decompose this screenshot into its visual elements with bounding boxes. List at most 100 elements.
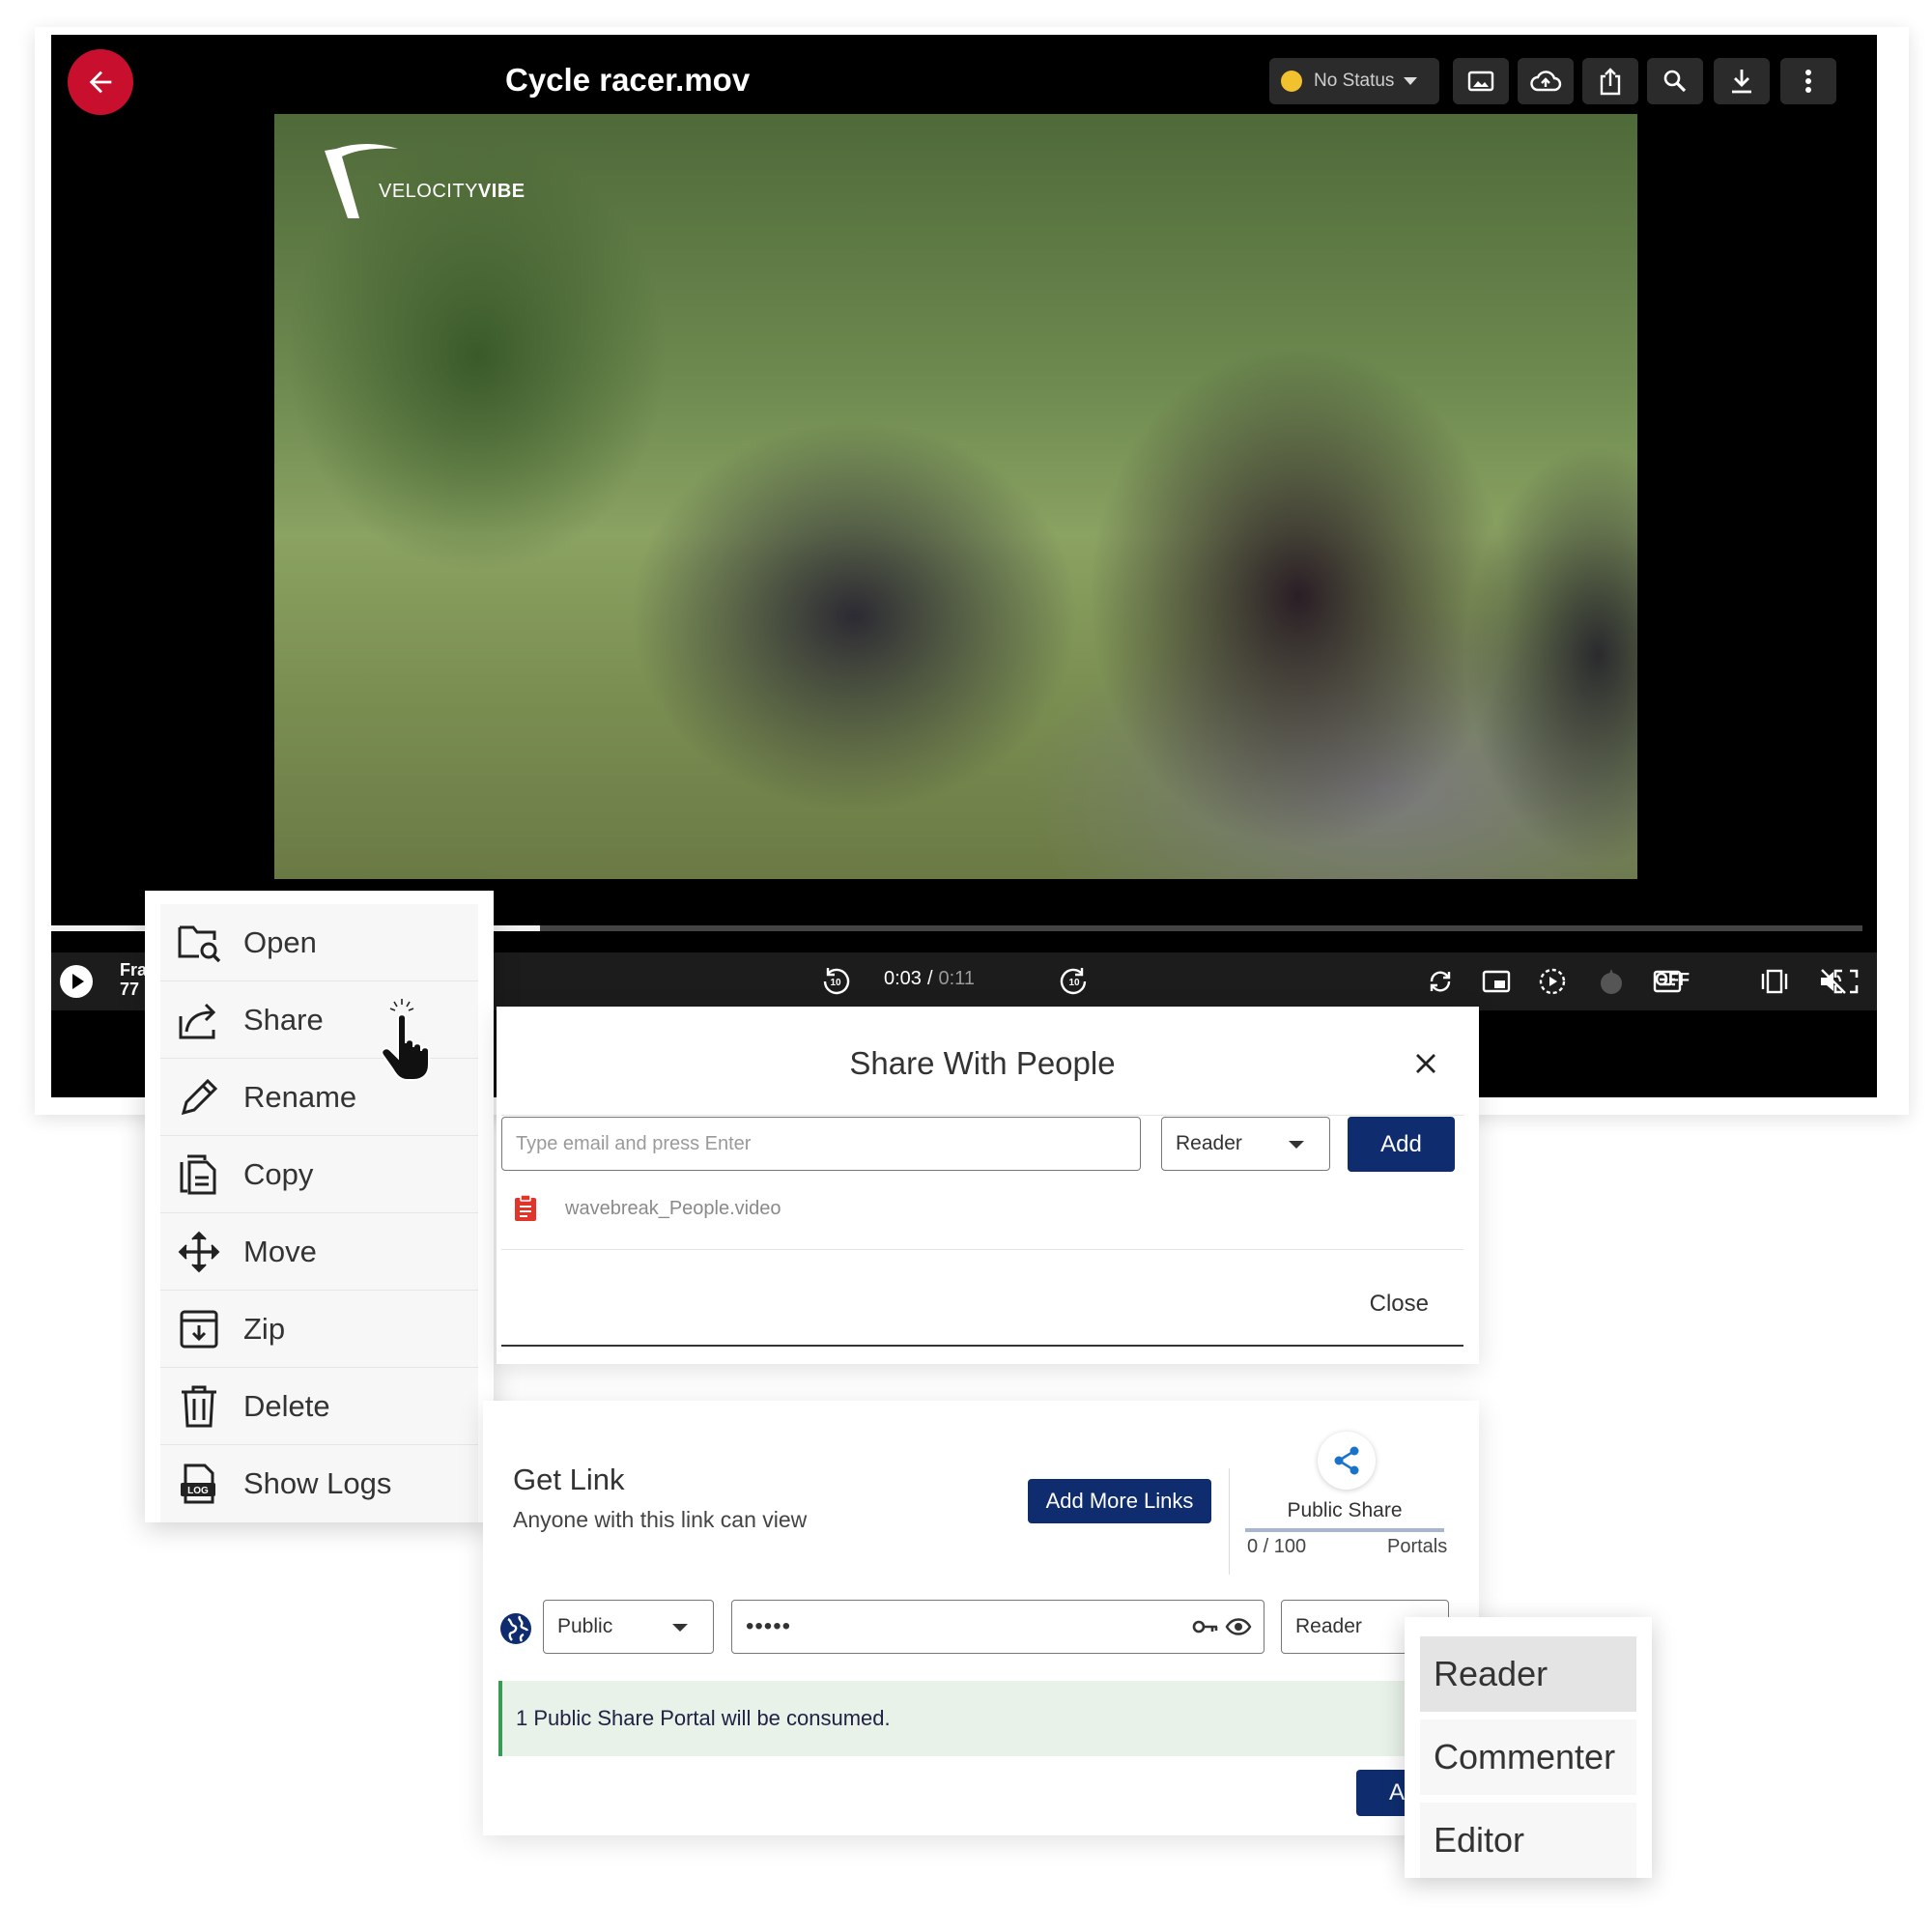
rewind-10-button[interactable]: 10 (818, 964, 853, 999)
logo-text: VELOCITYVIBE (379, 181, 526, 202)
svg-text:10: 10 (1068, 978, 1080, 988)
thumbnail-button[interactable] (1453, 58, 1509, 104)
chevron-down-icon (1289, 1141, 1304, 1149)
portal-count: 0 / 100 (1247, 1536, 1307, 1557)
close-button[interactable]: Close (1370, 1291, 1429, 1318)
divider (501, 1249, 1463, 1250)
shared-file-row: wavebreak_People.video (511, 1194, 781, 1223)
key-icon[interactable] (1192, 1616, 1219, 1637)
menu-item-delete[interactable]: Delete (160, 1368, 478, 1445)
portal-consumption-notice: 1 Public Share Portal will be consumed. (498, 1681, 1463, 1756)
get-link-panel: Get Link Anyone with this link can view … (483, 1401, 1479, 1835)
copy-icon (174, 1150, 224, 1200)
portals-label: Portals (1387, 1536, 1448, 1557)
zoom-icon (1663, 70, 1687, 93)
file-context-menu: Open Share Rename Copy Move Zip Delete L… (145, 891, 494, 1522)
get-link-body: Get Link Anyone with this link can view … (498, 1418, 1463, 1818)
shared-file-name: wavebreak_People.video (565, 1197, 781, 1219)
password-field[interactable]: ••••• (731, 1600, 1264, 1654)
menu-item-open[interactable]: Open (160, 904, 478, 981)
frame-counter: Fra 77 (120, 960, 148, 999)
role-option-editor[interactable]: Editor (1420, 1803, 1636, 1878)
time-readout: 0:03/0:11 (884, 968, 975, 989)
chevron-down-icon (1404, 77, 1418, 85)
menu-item-zip[interactable]: Zip (160, 1291, 478, 1368)
zip-archive-icon (174, 1304, 224, 1354)
role-option-reader[interactable]: Reader (1420, 1636, 1636, 1712)
menu-item-label: Rename (243, 1079, 357, 1114)
add-button[interactable]: Add (1348, 1117, 1455, 1172)
link-role-value: Reader (1295, 1615, 1362, 1637)
open-folder-search-icon (174, 918, 224, 968)
share-dialog-body: Share With People Reader Add wavebreak_P… (501, 1020, 1463, 1347)
add-more-links-button[interactable]: Add More Links (1028, 1479, 1211, 1523)
play-button[interactable] (59, 964, 94, 999)
more-vertical-icon (1805, 70, 1811, 93)
divider (1229, 1468, 1230, 1575)
get-link-subtitle: Anyone with this link can view (513, 1507, 808, 1532)
share-with-people-dialog: Share With People Reader Add wavebreak_P… (497, 1007, 1479, 1364)
role-select-value: Reader (1176, 1132, 1242, 1154)
menu-item-show-logs[interactable]: LOG Show Logs (160, 1445, 478, 1522)
access-select-value: Public (557, 1615, 613, 1637)
status-dot (1281, 71, 1302, 92)
more-options-button[interactable] (1780, 58, 1836, 104)
menu-item-label: Delete (243, 1388, 330, 1423)
playback-speed-button[interactable] (1535, 964, 1570, 999)
status-label: No Status (1314, 71, 1395, 91)
role-dropdown-menu: Reader Commenter Editor (1405, 1617, 1652, 1878)
get-link-title: Get Link (513, 1463, 625, 1496)
public-share-tab[interactable]: Public Share (1245, 1499, 1444, 1532)
trash-icon (174, 1381, 224, 1432)
status-dropdown[interactable]: No Status (1269, 58, 1439, 104)
svg-text:LOG: LOG (187, 1486, 209, 1496)
public-share-button[interactable] (1318, 1432, 1376, 1490)
picture-in-picture-icon (1482, 970, 1511, 993)
play-icon (60, 965, 93, 998)
velocityvibe-logo: VELOCITYVIBE (323, 143, 526, 222)
log-file-icon: LOG (174, 1459, 224, 1509)
role-option-commenter[interactable]: Commenter (1420, 1719, 1636, 1795)
password-mask: ••••• (746, 1613, 792, 1639)
download-button[interactable] (1714, 58, 1770, 104)
access-select[interactable]: Public (543, 1600, 714, 1654)
aspect-ratio-button[interactable] (1757, 964, 1792, 999)
loop-button[interactable] (1423, 964, 1458, 999)
arrow-left-icon (89, 71, 112, 94)
eye-icon[interactable] (1225, 1616, 1252, 1637)
fullscreen-icon (1833, 969, 1859, 994)
menu-item-move[interactable]: Move (160, 1213, 478, 1291)
menu-item-label: Open (243, 924, 317, 959)
ai-assist-icon (1601, 969, 1622, 994)
file-title: Cycle racer.mov (505, 62, 751, 98)
email-input[interactable] (501, 1117, 1141, 1171)
share-upload-button[interactable] (1582, 58, 1638, 104)
close-dialog-button[interactable] (1411, 1049, 1440, 1078)
zoom-button[interactable] (1647, 58, 1703, 104)
pencil-icon (174, 1072, 224, 1122)
ai-assist-button[interactable] (1594, 964, 1629, 999)
image-icon (1467, 71, 1494, 92)
menu-item-copy[interactable]: Copy (160, 1136, 478, 1213)
picture-in-picture-button[interactable] (1479, 964, 1514, 999)
forward-10-button[interactable]: 10 (1057, 964, 1092, 999)
share-arrow-icon (174, 995, 224, 1045)
move-arrows-icon (174, 1227, 224, 1277)
download-icon (1732, 70, 1751, 94)
cloud-upload-button[interactable] (1518, 58, 1574, 104)
clipboard-icon (515, 1194, 536, 1221)
fullscreen-button[interactable] (1829, 964, 1863, 999)
svg-text:10: 10 (830, 978, 841, 988)
loop-icon (1430, 971, 1451, 992)
video-frame[interactable]: VELOCITYVIBE (274, 114, 1637, 879)
menu-item-label: Move (243, 1234, 317, 1268)
divider (501, 1115, 1463, 1116)
menu-item-label: Zip (243, 1311, 286, 1346)
role-select[interactable]: Reader (1161, 1117, 1330, 1171)
dialog-title: Share With People (849, 1045, 1116, 1081)
globe-icon (500, 1613, 531, 1644)
back-button[interactable] (68, 49, 133, 115)
captions-state-label[interactable]: OFF (1655, 970, 1690, 990)
share-nodes-icon (1334, 1446, 1359, 1475)
chevron-down-icon (672, 1624, 688, 1632)
